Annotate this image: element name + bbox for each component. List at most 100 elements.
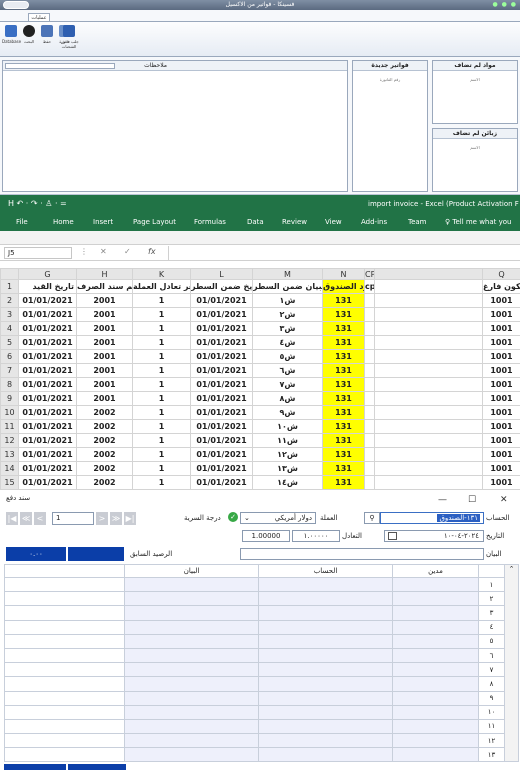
row-number[interactable]: 13	[0, 447, 19, 462]
record-number-input[interactable]: 1	[52, 512, 94, 525]
cell[interactable]: 01/01/2021	[18, 349, 77, 364]
header-cell[interactable]: كود الصندوق	[322, 279, 365, 294]
row-number[interactable]: 9	[0, 391, 19, 406]
account-field[interactable]: ١٣١-الصندوق	[380, 512, 484, 524]
cell[interactable]	[374, 447, 483, 462]
cell[interactable]	[364, 335, 375, 350]
column-header[interactable]: H	[76, 268, 133, 280]
header-cell[interactable]: تاريخ القيد	[18, 279, 77, 294]
grid-cell[interactable]	[4, 747, 125, 763]
cell[interactable]: 01/01/2021	[18, 335, 77, 350]
column-header[interactable]: L	[190, 268, 253, 280]
scrollbar-up-icon[interactable]: ⌃	[504, 563, 519, 763]
row-number[interactable]: 12	[0, 433, 19, 448]
cell[interactable]	[374, 433, 483, 448]
cell[interactable]	[374, 363, 483, 378]
cell[interactable]	[374, 279, 483, 294]
cell[interactable]: 131	[322, 433, 365, 448]
grid-cell[interactable]	[124, 576, 259, 593]
cell[interactable]: 1001	[482, 391, 520, 406]
cell[interactable]: 2002	[76, 475, 133, 490]
cell[interactable]: 01/01/2021	[18, 447, 77, 462]
grid-cell[interactable]	[392, 733, 479, 749]
grid-cell[interactable]	[4, 633, 125, 649]
menu-tell-me[interactable]: ♀ Tell me what you	[445, 213, 512, 231]
cell[interactable]	[374, 377, 483, 392]
grid-cell[interactable]	[258, 676, 393, 692]
fetch-shipment-invoice-button[interactable]: جلب فاتورة الشحنات	[54, 25, 84, 53]
cell[interactable]: ش٩	[252, 405, 323, 420]
cell[interactable]: 1	[132, 391, 191, 406]
menu-view[interactable]: View	[325, 213, 342, 231]
formula-input[interactable]	[168, 246, 518, 260]
cell[interactable]: 131	[322, 321, 365, 336]
cell[interactable]: 1	[132, 335, 191, 350]
cell[interactable]: 1001	[482, 377, 520, 392]
grid-cell[interactable]	[392, 605, 479, 621]
cell[interactable]: 131	[322, 475, 365, 490]
cell[interactable]: 2001	[76, 363, 133, 378]
close-icon[interactable]: ✕	[500, 492, 508, 508]
cell[interactable]: 2001	[76, 335, 133, 350]
cell[interactable]	[364, 405, 375, 420]
cell[interactable]: 1	[132, 433, 191, 448]
cell[interactable]: 1001	[482, 335, 520, 350]
cell[interactable]: 131	[322, 405, 365, 420]
grid-cell[interactable]	[124, 733, 259, 749]
row-number[interactable]: 2	[0, 293, 19, 308]
cell[interactable]: 2002	[76, 461, 133, 476]
grid-cell[interactable]	[4, 619, 125, 635]
row-number[interactable]: 3	[0, 307, 19, 322]
header-cell[interactable]: cp	[364, 279, 375, 294]
cell[interactable]	[374, 419, 483, 434]
cell[interactable]	[364, 321, 375, 336]
cell[interactable]: ش٣	[252, 321, 323, 336]
grid-cell[interactable]	[392, 718, 479, 735]
cell[interactable]: 1001	[482, 405, 520, 420]
cell[interactable]: 01/01/2021	[190, 321, 253, 336]
cell[interactable]: 2001	[76, 307, 133, 322]
cell[interactable]	[364, 293, 375, 308]
column-header[interactable]: CP	[364, 268, 375, 280]
grid-cell[interactable]	[392, 633, 479, 649]
cell[interactable]: 131	[322, 335, 365, 350]
grid-cell[interactable]	[4, 591, 125, 607]
account-column-header[interactable]: الحساب	[258, 564, 393, 578]
menu-insert[interactable]: Insert	[93, 213, 113, 231]
cell[interactable]	[364, 447, 375, 462]
grid-cell[interactable]	[4, 576, 125, 593]
cell[interactable]: 01/01/2021	[190, 461, 253, 476]
row-number[interactable]: 6	[0, 349, 19, 364]
cell[interactable]: 01/01/2021	[190, 363, 253, 378]
grid-cell[interactable]	[4, 662, 125, 678]
grid-cell[interactable]	[258, 605, 393, 621]
cell[interactable]: 2001	[76, 377, 133, 392]
search-button[interactable]: البحث	[20, 25, 38, 53]
grid-cell[interactable]	[124, 690, 259, 706]
cell[interactable]: 01/01/2021	[18, 321, 77, 336]
cell[interactable]: 1	[132, 363, 191, 378]
header-cell[interactable]: كود مركز الكلفة يجب ان لايكون فارغ	[482, 279, 520, 294]
cell[interactable]: ش٦	[252, 363, 323, 378]
grid-cell[interactable]	[124, 605, 259, 621]
cell[interactable]: ش١	[252, 293, 323, 308]
cell[interactable]: 1	[132, 349, 191, 364]
rate-field[interactable]: ١.٠٠٠٠٠	[292, 530, 340, 542]
cell[interactable]: 1001	[482, 419, 520, 434]
account-search-button[interactable]: ⚲	[364, 512, 380, 524]
cell[interactable]: ش٤	[252, 335, 323, 350]
rate-field-2[interactable]: 1.00000	[242, 530, 290, 542]
cell[interactable]	[374, 349, 483, 364]
cell[interactable]: 01/01/2021	[190, 433, 253, 448]
select-all-corner[interactable]	[0, 268, 19, 280]
cell[interactable]	[374, 335, 483, 350]
grid-cell[interactable]	[124, 647, 259, 664]
notes-input[interactable]	[5, 63, 115, 69]
cell[interactable]	[374, 391, 483, 406]
cell[interactable]	[364, 461, 375, 476]
next-record-button[interactable]: >	[96, 512, 108, 525]
column-header[interactable]: K	[132, 268, 191, 280]
prev-page-button[interactable]: ≪	[20, 512, 32, 525]
grid-cell[interactable]	[392, 647, 479, 664]
cell[interactable]: 01/01/2021	[190, 335, 253, 350]
